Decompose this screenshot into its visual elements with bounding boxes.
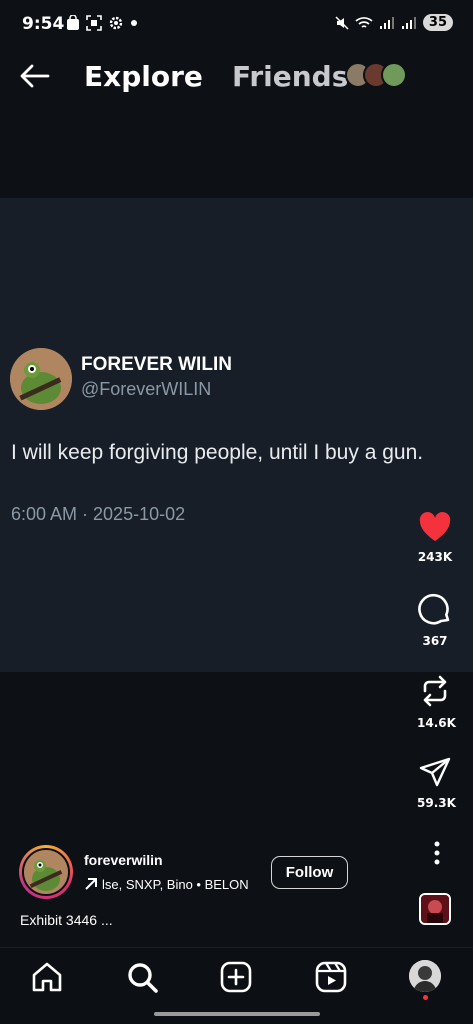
comment-action[interactable]: 367 xyxy=(417,592,453,648)
profile-avatar-image xyxy=(409,960,441,992)
share-count: 59.3K xyxy=(417,796,456,810)
frog-avatar-icon xyxy=(24,850,68,894)
like-action[interactable]: 243K xyxy=(417,512,453,564)
post-timestamp: 6:00 AM · 2025-10-02 xyxy=(11,504,186,524)
search-icon[interactable] xyxy=(125,960,159,994)
friend-avatar xyxy=(381,62,407,88)
friends-avatar-stack[interactable] xyxy=(345,62,409,90)
repost-count: 14.6K xyxy=(417,716,456,730)
status-bar: 9:54 35 xyxy=(0,0,473,48)
author-handle[interactable]: @ForeverWILIN xyxy=(81,379,211,400)
post-text: I will keep forgiving people, until I bu… xyxy=(11,441,424,464)
frog-avatar-icon xyxy=(10,348,72,410)
battery-indicator: 35 xyxy=(422,14,453,31)
screenshot-icon xyxy=(86,15,102,31)
home-icon[interactable] xyxy=(30,960,64,994)
status-time: 9:54 xyxy=(22,14,65,34)
author-avatar[interactable] xyxy=(10,348,72,410)
notification-dot xyxy=(423,995,428,1000)
home-indicator[interactable] xyxy=(154,1012,320,1016)
explore-reels-screen: 9:54 35 Explore Friends FOREVER WILIN @F… xyxy=(0,0,473,1024)
audio-cover-art xyxy=(421,895,449,923)
reel-music-text: lse, SNXP, Bino • BELON xyxy=(102,876,249,892)
comment-count: 367 xyxy=(422,634,448,648)
repost-icon[interactable] xyxy=(419,674,451,708)
post-card[interactable]: FOREVER WILIN @ForeverWILIN I will keep … xyxy=(0,198,473,672)
reel-music-ticker[interactable]: lse, SNXP, Bino • BELON xyxy=(84,875,259,893)
audio-thumbnail[interactable] xyxy=(419,893,451,925)
send-paper-plane-icon[interactable] xyxy=(419,756,451,788)
reels-icon[interactable] xyxy=(314,960,348,994)
reel-author-avatar[interactable] xyxy=(19,845,73,899)
more-options-icon[interactable] xyxy=(427,840,447,866)
reel-caption[interactable]: Exhibit 3446 ... xyxy=(20,912,113,928)
follow-button[interactable]: Follow xyxy=(271,856,348,889)
status-icons-right: 35 xyxy=(335,14,453,31)
back-arrow-icon[interactable] xyxy=(18,61,50,91)
reel-avatar-image xyxy=(22,848,70,896)
comment-bubble-icon[interactable] xyxy=(418,592,452,626)
settings-gear-icon xyxy=(109,16,123,30)
tab-explore[interactable]: Explore xyxy=(84,60,203,93)
profile-avatar-tab[interactable] xyxy=(409,960,441,992)
like-count: 243K xyxy=(417,550,453,564)
mute-icon xyxy=(335,15,349,30)
shopping-bag-icon xyxy=(67,15,79,30)
repost-action[interactable]: 14.6K xyxy=(417,674,456,730)
arrow-up-right-icon xyxy=(85,878,97,890)
signal-icon-2 xyxy=(401,16,416,29)
reel-username[interactable]: foreverwilin xyxy=(84,852,163,868)
notification-dot-icon xyxy=(131,20,137,26)
create-post-icon[interactable] xyxy=(219,960,253,994)
status-icons-left xyxy=(66,15,138,31)
share-action[interactable]: 59.3K xyxy=(417,756,456,810)
author-name[interactable]: FOREVER WILIN xyxy=(81,354,232,376)
top-nav: Explore Friends xyxy=(0,52,473,100)
wifi-icon xyxy=(355,16,373,28)
signal-icon xyxy=(379,16,394,29)
heart-icon[interactable] xyxy=(418,512,452,542)
tab-friends[interactable]: Friends xyxy=(232,60,348,93)
